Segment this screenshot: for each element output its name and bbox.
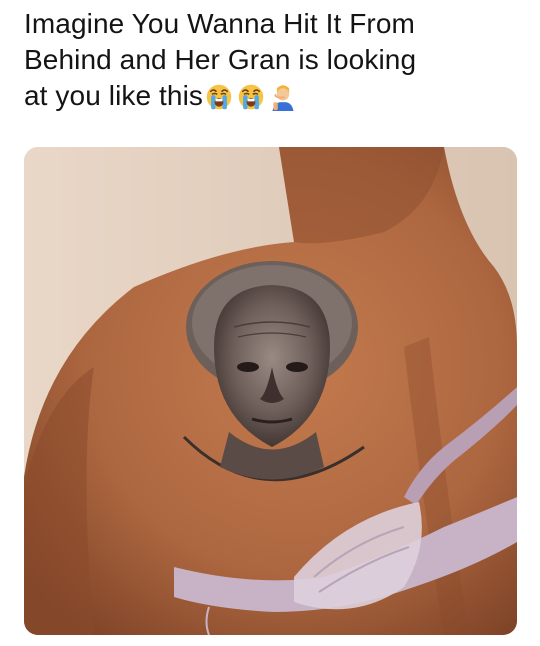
caption-line-1: Imagine You Wanna Hit It From [24,8,415,39]
loudly-crying-face-icon [206,84,232,110]
tattoo-photo [24,147,517,635]
caption-line-2: Behind and Her Gran is looking [24,44,417,75]
caption-line-3-text: at you like this [24,80,204,111]
loudly-crying-face-icon [238,84,264,110]
tattoo-photo-illustration [24,147,517,635]
caption-line-3: at you like this [24,78,524,114]
post-caption: Imagine You Wanna Hit It From Behind and… [24,6,524,114]
person-facepalming-icon [272,85,294,111]
